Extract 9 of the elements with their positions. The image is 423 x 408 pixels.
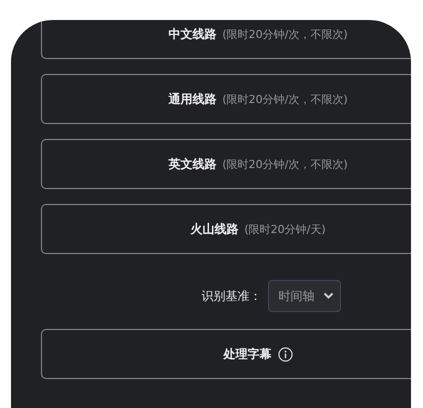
chevron-down-icon <box>322 292 334 300</box>
process-subtitles-button[interactable]: 处理字幕 <box>41 329 411 379</box>
basis-dropdown[interactable]: 时间轴 <box>268 280 340 312</box>
route-button[interactable]: 英文线路 (限时20分钟/次，不限次) <box>41 139 411 189</box>
field-label: 识别基准： <box>202 288 262 304</box>
route-button[interactable]: 火山线路 (限时20分钟/天) <box>41 204 411 254</box>
route-button[interactable]: 通用线路 (限时20分钟/次，不限次) <box>41 74 411 124</box>
info-icon <box>278 346 292 362</box>
route-button[interactable]: 中文线路 (限时20分钟/次，不限次) <box>41 20 411 59</box>
